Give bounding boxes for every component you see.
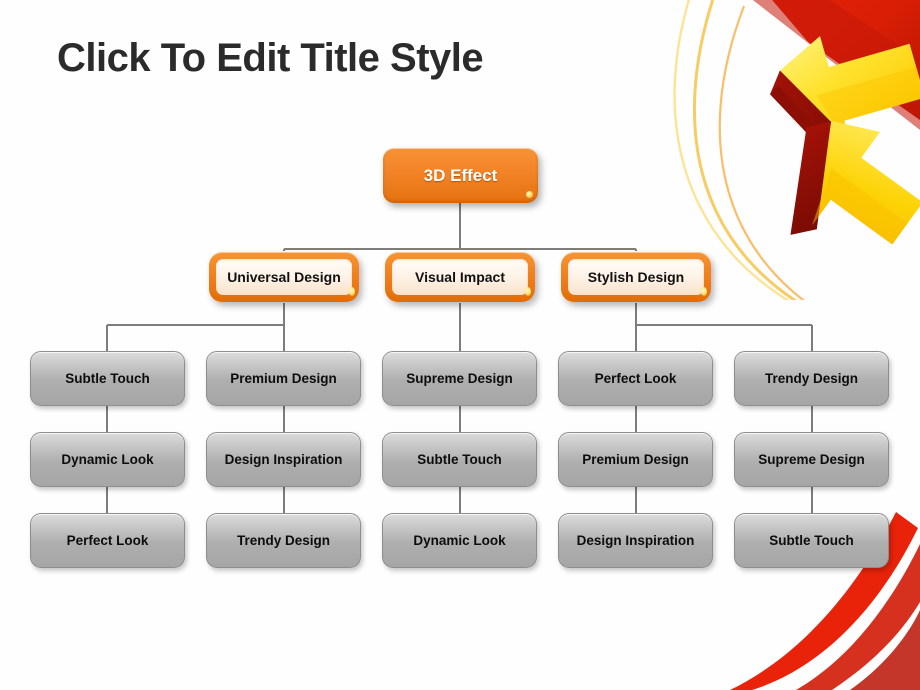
node-r2c3[interactable]: Subtle Touch [382, 432, 537, 487]
node-r2c5[interactable]: Supreme Design [734, 432, 889, 487]
node-label: Premium Design [582, 451, 689, 467]
node-r3c3[interactable]: Dynamic Look [382, 513, 537, 568]
node-label: Supreme Design [406, 370, 513, 386]
node-label: Design Inspiration [224, 451, 343, 467]
node-label: Trendy Design [764, 370, 859, 386]
node-label: Premium Design [230, 370, 337, 386]
node-root-3d-effect[interactable]: 3D Effect [383, 148, 538, 203]
node-label: Universal Design [216, 259, 352, 295]
node-label: Dynamic Look [61, 451, 154, 467]
node-r1c3[interactable]: Supreme Design [382, 351, 537, 406]
node-label: Subtle Touch [417, 451, 502, 467]
node-label: Perfect Look [594, 370, 677, 386]
node-label: Subtle Touch [769, 532, 854, 548]
node-branch-visual-impact[interactable]: Visual Impact [385, 252, 535, 302]
slide-canvas: Click To Edit Title Style 3D Effect Univ… [0, 0, 920, 690]
node-r3c5[interactable]: Subtle Touch [734, 513, 889, 568]
node-r1c4[interactable]: Perfect Look [558, 351, 713, 406]
node-r2c1[interactable]: Dynamic Look [30, 432, 185, 487]
node-r3c1[interactable]: Perfect Look [30, 513, 185, 568]
node-label: Subtle Touch [65, 370, 150, 386]
node-label: Perfect Look [66, 532, 149, 548]
node-label: Dynamic Look [413, 532, 506, 548]
node-branch-stylish-design[interactable]: Stylish Design [561, 252, 711, 302]
node-label: Visual Impact [392, 259, 528, 295]
node-r1c5[interactable]: Trendy Design [734, 351, 889, 406]
node-label: Stylish Design [568, 259, 704, 295]
page-title: Click To Edit Title Style [57, 36, 484, 80]
node-label: Design Inspiration [576, 532, 695, 548]
node-branch-universal-design[interactable]: Universal Design [209, 252, 359, 302]
node-label: 3D Effect [423, 165, 498, 185]
connector-lines [105, 203, 814, 513]
node-r1c2[interactable]: Premium Design [206, 351, 361, 406]
node-r2c2[interactable]: Design Inspiration [206, 432, 361, 487]
node-label: Supreme Design [758, 451, 865, 467]
node-label: Trendy Design [236, 532, 331, 548]
node-r3c4[interactable]: Design Inspiration [558, 513, 713, 568]
node-r1c1[interactable]: Subtle Touch [30, 351, 185, 406]
node-r2c4[interactable]: Premium Design [558, 432, 713, 487]
node-r3c2[interactable]: Trendy Design [206, 513, 361, 568]
